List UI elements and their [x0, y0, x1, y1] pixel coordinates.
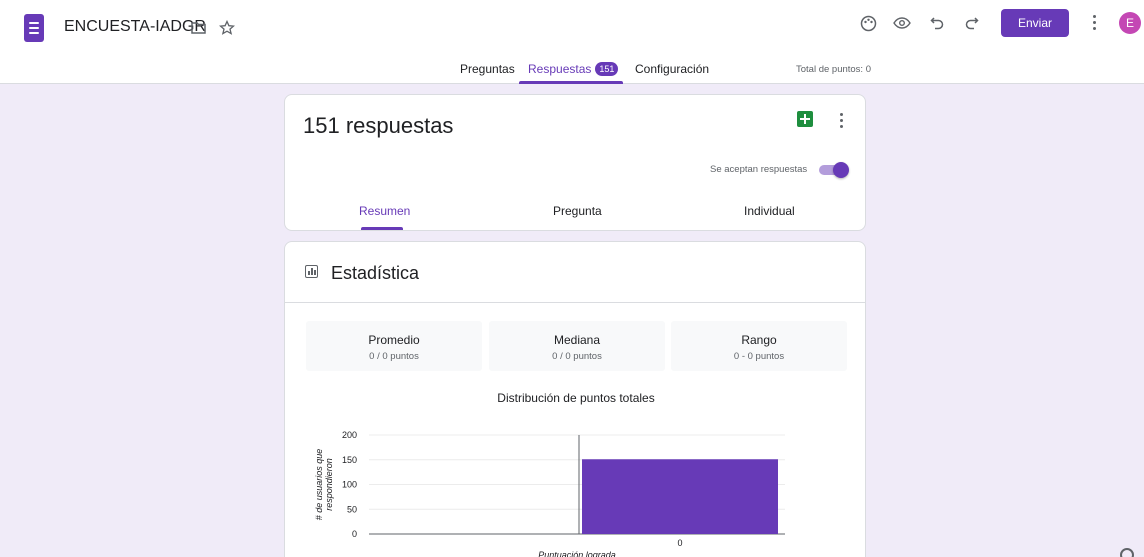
divider	[285, 302, 865, 303]
stat-median-value: 0 / 0 puntos	[552, 351, 602, 362]
y-tick-label: 100	[342, 480, 357, 490]
sheets-link-icon[interactable]	[797, 111, 813, 127]
x-axis-label: Puntuación lograda	[538, 550, 616, 557]
total-points: Total de puntos: 0	[796, 64, 871, 75]
help-icon[interactable]	[1120, 548, 1134, 557]
palette-icon[interactable]	[859, 14, 877, 32]
form-tabs: Preguntas Respuestas 151 Configuración To…	[0, 56, 1144, 84]
star-icon[interactable]	[218, 19, 236, 37]
tab-questions[interactable]: Preguntas	[460, 62, 515, 76]
form-title[interactable]: ENCUESTA-IADGR	[64, 18, 206, 36]
responses-count-badge: 151	[595, 62, 619, 76]
responses-count: 151 respuestas	[303, 113, 454, 138]
y-tick-label: 150	[342, 455, 357, 465]
folder-icon[interactable]	[190, 20, 206, 36]
preview-eye-icon[interactable]	[893, 14, 911, 32]
stat-median: Mediana 0 / 0 puntos	[489, 321, 665, 371]
send-button[interactable]: Enviar	[1001, 9, 1069, 37]
redo-icon[interactable]	[963, 14, 981, 32]
statistics-title: Estadística	[331, 263, 420, 283]
undo-icon[interactable]	[928, 14, 946, 32]
y-tick-label: 200	[342, 430, 357, 440]
tab-responses-label: Respuestas	[528, 62, 592, 76]
tab-questions-label: Preguntas	[460, 62, 515, 76]
avatar[interactable]: E	[1119, 12, 1141, 34]
top-bar: ENCUESTA-IADGR Enviar E Preguntas Respue…	[0, 0, 1144, 84]
accepting-responses-label: Se aceptan respuestas	[710, 164, 808, 175]
responses-summary-card: 151 respuestas Se aceptan respuestas Res…	[284, 94, 866, 231]
tab-settings[interactable]: Configuración	[635, 62, 709, 76]
title-row: ENCUESTA-IADGR Enviar E	[0, 0, 1144, 56]
subtab-summary[interactable]: Resumen	[359, 204, 410, 218]
stat-range: Rango 0 - 0 puntos	[671, 321, 847, 371]
x-tick-label: 0	[677, 538, 682, 548]
active-tab-indicator	[519, 81, 623, 84]
subtab-individual[interactable]: Individual	[744, 204, 795, 218]
more-vert-icon[interactable]	[1093, 15, 1097, 33]
statistics-card: Estadística Promedio 0 / 0 puntos Median…	[284, 241, 866, 557]
stat-range-value: 0 - 0 puntos	[733, 351, 785, 362]
tab-responses[interactable]: Respuestas 151	[528, 62, 619, 76]
stat-average-label: Promedio	[368, 333, 420, 347]
stat-average: Promedio 0 / 0 puntos	[306, 321, 482, 371]
toggle-knob[interactable]	[833, 162, 849, 178]
bar-chart-icon	[305, 265, 318, 278]
subtab-question[interactable]: Pregunta	[553, 204, 602, 218]
stat-range-label: Rango	[741, 333, 777, 347]
active-subtab-indicator	[361, 227, 403, 230]
stat-average-value: 0 / 0 puntos	[369, 351, 419, 362]
chart-title: Distribución de puntos totales	[497, 391, 655, 405]
y-axis-label: # de usuarios querespondieron	[314, 449, 334, 521]
forms-logo-icon[interactable]	[24, 14, 44, 42]
points-distribution-chart: 0 50 100 150 200 0 Puntuación lograda # de usua…	[314, 430, 785, 557]
bar-0	[582, 459, 778, 534]
stat-median-label: Mediana	[553, 333, 601, 347]
y-tick-label: 0	[352, 529, 357, 539]
tab-settings-label: Configuración	[635, 62, 710, 76]
y-tick-label: 50	[347, 504, 357, 514]
responses-more-icon[interactable]	[840, 113, 844, 131]
